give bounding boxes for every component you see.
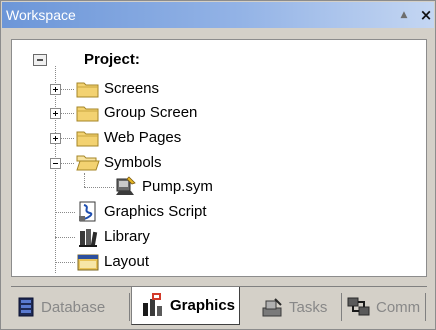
tab-label: Database: [41, 298, 106, 316]
close-button[interactable]: ×: [418, 2, 434, 28]
title-bar[interactable]: Workspace ▲ ×: [2, 2, 434, 28]
tab-comm[interactable]: Comm: [347, 291, 420, 323]
folder-icon: [76, 131, 99, 147]
tree-item-layout[interactable]: Layout: [104, 252, 149, 272]
tree-line: [55, 66, 56, 273]
library-icon: [79, 229, 98, 247]
pin-button[interactable]: ▲: [396, 2, 412, 28]
tab-separator: [129, 293, 130, 321]
tree-item-label: Graphics Script: [104, 203, 207, 220]
tree-line: [55, 237, 75, 238]
tree-item-group-screen[interactable]: Group Screen: [104, 103, 197, 123]
tree-item-label: Group Screen: [104, 104, 198, 121]
window-title: Workspace: [6, 7, 76, 23]
folder-icon: [76, 82, 99, 98]
tab-label: Tasks: [289, 298, 328, 316]
pump-symbol-icon: [116, 176, 136, 195]
tab-database[interactable]: Database: [17, 291, 105, 323]
tree-item-label: Web Pages: [104, 129, 182, 146]
tree-item-label: Project:: [84, 51, 140, 68]
database-icon: [18, 297, 34, 317]
tree-item-label: Library: [104, 228, 150, 245]
expand-group-screen-button[interactable]: [50, 108, 61, 119]
tab-tasks[interactable]: Tasks: [261, 291, 327, 323]
expand-screens-button[interactable]: [50, 84, 61, 95]
tree-item-screens[interactable]: Screens: [104, 79, 159, 99]
tasks-icon: [262, 298, 282, 317]
comm-icon: [347, 297, 370, 316]
open-folder-icon: [76, 155, 100, 171]
tree-item-symbols[interactable]: Symbols: [104, 153, 162, 173]
tab-label: Comm: [376, 298, 421, 316]
tree-item-web-pages[interactable]: Web Pages: [104, 128, 181, 148]
layout-icon: [77, 254, 99, 271]
tab-graphics[interactable]: Graphics: [131, 287, 241, 325]
tree-item-label: Pump.sym: [142, 178, 213, 195]
collapse-project-button[interactable]: [33, 54, 47, 66]
tree-item-label: Screens: [104, 80, 160, 97]
project-tree: Project: Screens Group Screen Web Pages: [11, 39, 427, 277]
workspace-window: Workspace ▲ × Project: Screens Group Scr…: [0, 0, 436, 330]
tab-separator: [425, 293, 426, 321]
tree-item-pump-sym[interactable]: Pump.sym: [142, 177, 213, 197]
tree-line: [84, 173, 85, 187]
tree-item-label: Layout: [104, 253, 150, 270]
tree-item-graphics-script[interactable]: Graphics Script: [104, 202, 207, 222]
tree-item-label: Symbols: [104, 154, 162, 171]
collapse-symbols-button[interactable]: [50, 158, 61, 169]
tab-separator: [341, 293, 342, 321]
tree-line: [84, 187, 114, 188]
tree-line: [55, 262, 75, 263]
workspace-tabs: Database Graphics Tasks Comm: [11, 286, 427, 326]
tree-line: [55, 212, 75, 213]
tree-item-project[interactable]: Project:: [84, 50, 140, 70]
folder-icon: [76, 106, 99, 122]
graphics-icon: [143, 292, 162, 316]
script-icon: [79, 201, 96, 222]
tree-item-library[interactable]: Library: [104, 227, 150, 247]
tab-label: Graphics: [170, 297, 236, 314]
expand-web-pages-button[interactable]: [50, 133, 61, 144]
